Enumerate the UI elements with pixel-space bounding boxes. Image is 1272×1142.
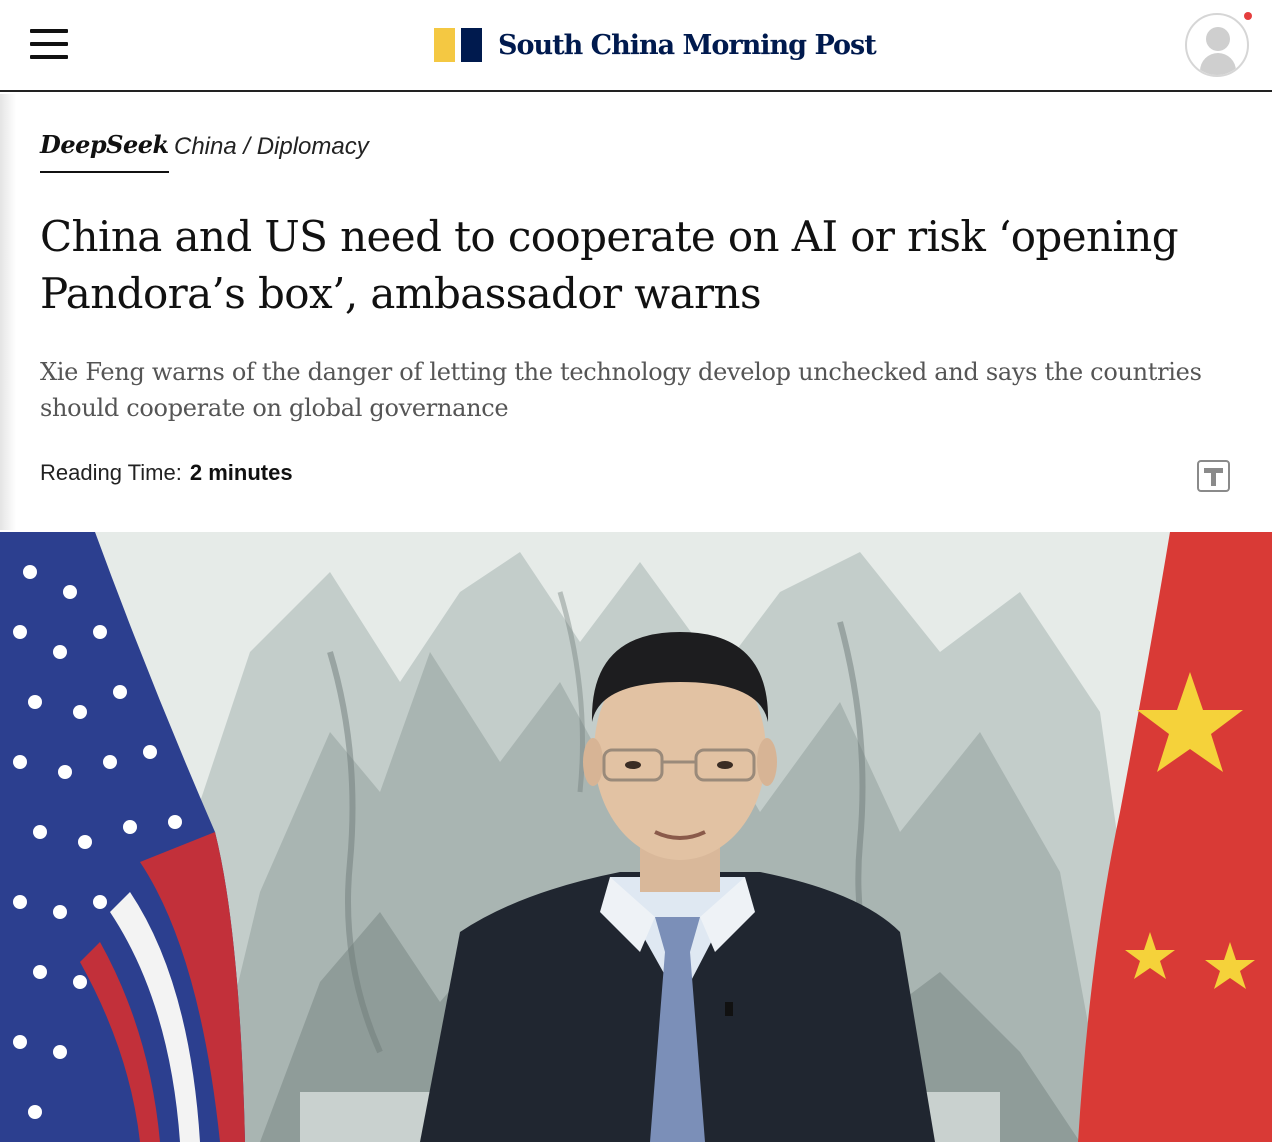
article-headline: China and US need to cooperate on AI or … — [40, 212, 1179, 318]
scmp-logo-mark — [434, 28, 482, 62]
reading-time-value: 2 minutes — [189, 460, 293, 485]
notification-dot — [1244, 12, 1252, 20]
article-hero-image — [0, 532, 1272, 1142]
section-link-deepseek[interactable]: DeepSeek — [40, 130, 169, 173]
article-subheadline: Xie Feng warns of the danger of letting … — [40, 358, 1202, 422]
reading-time: Reading Time: 2 minutes — [40, 460, 293, 486]
site-header: South China Morning Post — [0, 0, 1272, 92]
text-size-icon[interactable] — [1197, 460, 1230, 492]
user-avatar-icon[interactable] — [1185, 13, 1249, 77]
edge-shade — [0, 94, 16, 530]
reading-time-label: Reading Time: — [40, 460, 182, 485]
hamburger-menu-icon[interactable] — [30, 28, 68, 62]
site-logo[interactable]: South China Morning Post — [434, 27, 877, 63]
logo-text: South China Morning Post — [498, 29, 877, 61]
section-link-china-diplomacy[interactable]: China / Diplomacy — [174, 133, 369, 161]
